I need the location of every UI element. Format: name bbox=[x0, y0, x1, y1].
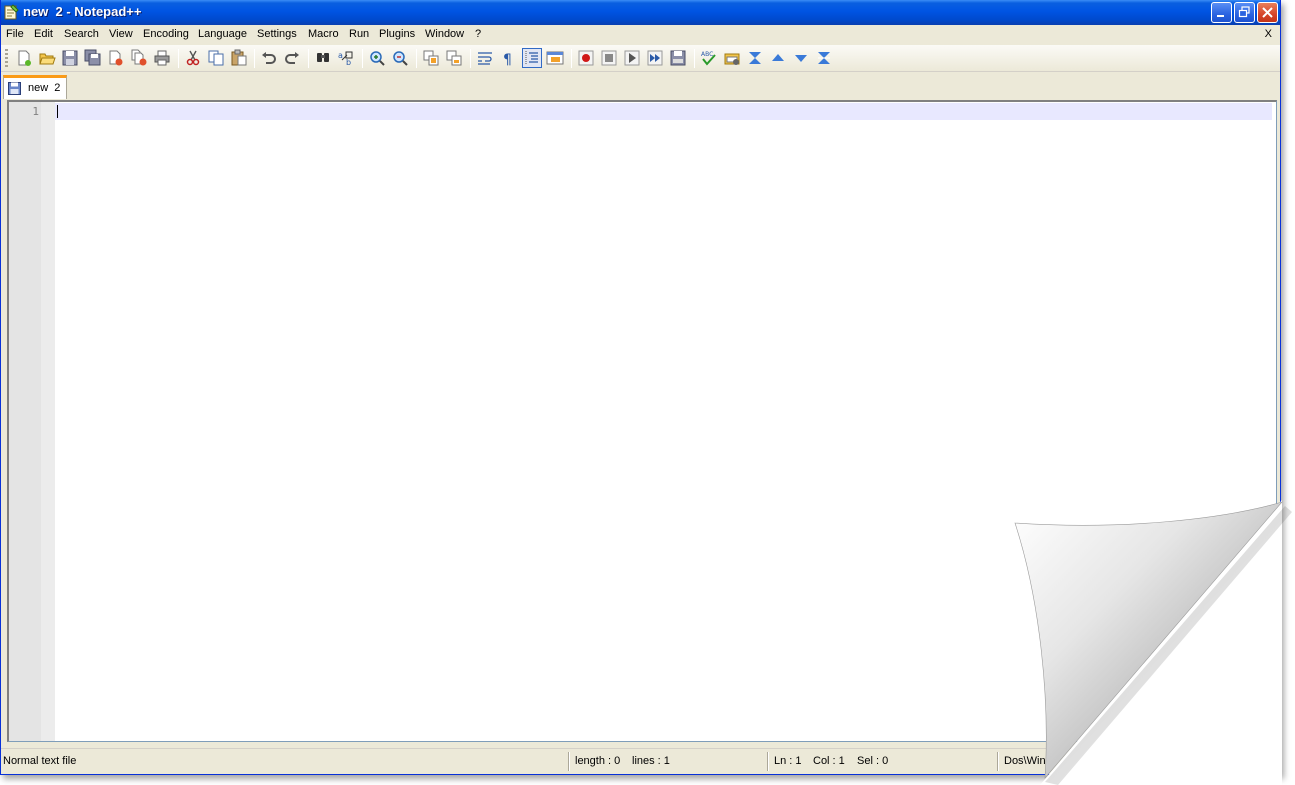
menu-macro[interactable]: Macro bbox=[308, 28, 339, 40]
user-defined-dialog-icon[interactable] bbox=[546, 49, 564, 67]
toolbar-separator bbox=[694, 49, 695, 68]
window-title: new 2 - Notepad++ bbox=[23, 4, 142, 19]
menu-view[interactable]: View bbox=[109, 28, 133, 40]
toolbar-grip[interactable] bbox=[5, 49, 8, 69]
toolbar-separator bbox=[254, 49, 255, 68]
sync-horizontal-scroll-icon[interactable] bbox=[445, 49, 463, 67]
last-difference-icon[interactable] bbox=[815, 49, 833, 67]
cut-icon[interactable] bbox=[184, 49, 202, 67]
status-selection: Sel : 0 bbox=[857, 755, 889, 767]
toolbar-separator bbox=[470, 49, 471, 68]
restore-button[interactable] bbox=[1234, 2, 1255, 23]
menu-encoding[interactable]: Encoding bbox=[143, 28, 189, 40]
previous-difference-icon[interactable] bbox=[769, 49, 787, 67]
paste-icon[interactable] bbox=[230, 49, 248, 67]
fold-margin[interactable] bbox=[41, 102, 55, 741]
text-caret bbox=[57, 105, 58, 118]
status-length: length : 0 bbox=[575, 755, 621, 767]
record-macro-icon[interactable] bbox=[577, 49, 595, 67]
copy-icon[interactable] bbox=[207, 49, 225, 67]
indent-guide-icon[interactable] bbox=[522, 48, 542, 68]
save-all-icon[interactable] bbox=[84, 49, 102, 67]
minimize-button[interactable] bbox=[1211, 2, 1232, 23]
toolbar-separator bbox=[362, 49, 363, 68]
spell-options-icon[interactable] bbox=[723, 49, 741, 67]
menu-edit[interactable]: Edit bbox=[34, 28, 53, 40]
tab-bar: new 2 bbox=[1, 73, 1280, 99]
status-separator bbox=[767, 752, 769, 771]
new-file-icon[interactable] bbox=[15, 49, 33, 67]
print-icon[interactable] bbox=[153, 49, 171, 67]
stop-recording-icon[interactable] bbox=[600, 49, 618, 67]
next-difference-icon[interactable] bbox=[792, 49, 810, 67]
svg-text:b: b bbox=[346, 58, 351, 67]
status-separator bbox=[997, 752, 999, 771]
zoom-in-icon[interactable] bbox=[368, 49, 386, 67]
compare-icon[interactable] bbox=[746, 49, 764, 67]
replace-icon[interactable]: ab bbox=[337, 49, 355, 67]
line-number: 1 bbox=[32, 105, 39, 118]
status-column: Col : 1 bbox=[813, 755, 845, 767]
save-icon[interactable] bbox=[61, 49, 79, 67]
menu-search[interactable]: Search bbox=[64, 28, 99, 40]
toolbar-separator bbox=[416, 49, 417, 68]
notepad-window: new 2 - Notepad++ File Edit Search View … bbox=[0, 0, 1281, 775]
open-file-icon[interactable] bbox=[38, 49, 56, 67]
menu-settings[interactable]: Settings bbox=[257, 28, 297, 40]
notepad-app-icon[interactable] bbox=[4, 4, 19, 20]
svg-text:ABC: ABC bbox=[701, 51, 713, 58]
show-all-characters-icon[interactable]: ¶ bbox=[499, 49, 517, 67]
menu-language[interactable]: Language bbox=[198, 28, 247, 40]
menu-file[interactable]: File bbox=[6, 28, 24, 40]
toolbar: ab ¶ ABC bbox=[1, 45, 1280, 72]
current-line-highlight bbox=[55, 103, 1272, 120]
toolbar-separator bbox=[571, 49, 572, 68]
word-wrap-icon[interactable] bbox=[476, 49, 494, 67]
menu-bar: File Edit Search View Encoding Language … bbox=[1, 25, 1280, 45]
restore-icon bbox=[1238, 6, 1250, 18]
status-eol-format: Dos\Win bbox=[1004, 755, 1046, 767]
close-button[interactable] bbox=[1257, 2, 1278, 23]
run-macro-multiple-icon[interactable] bbox=[646, 49, 664, 67]
status-file-type: Normal text file bbox=[3, 755, 77, 767]
close-document-button[interactable]: X bbox=[1265, 28, 1272, 40]
undo-icon[interactable] bbox=[260, 49, 278, 67]
redo-icon[interactable] bbox=[283, 49, 301, 67]
menu-window[interactable]: Window bbox=[425, 28, 464, 40]
play-macro-icon[interactable] bbox=[623, 49, 641, 67]
spell-check-icon[interactable]: ABC bbox=[700, 49, 718, 67]
toolbar-separator bbox=[308, 49, 309, 68]
tab-new-2[interactable]: new 2 bbox=[3, 75, 67, 99]
menu-run[interactable]: Run bbox=[349, 28, 369, 40]
toolbar-separator bbox=[178, 49, 179, 68]
svg-text:a: a bbox=[338, 51, 343, 60]
status-lines: lines : 1 bbox=[632, 755, 670, 767]
find-icon[interactable] bbox=[314, 49, 332, 67]
text-editor[interactable]: 1 bbox=[7, 100, 1277, 742]
close-file-icon[interactable] bbox=[107, 49, 125, 67]
close-icon bbox=[1262, 7, 1273, 18]
save-macro-icon[interactable] bbox=[669, 49, 687, 67]
svg-text:¶: ¶ bbox=[503, 52, 512, 67]
menu-help[interactable]: ? bbox=[475, 28, 481, 40]
title-bar[interactable]: new 2 - Notepad++ bbox=[1, 0, 1280, 25]
zoom-out-icon[interactable] bbox=[391, 49, 409, 67]
close-all-icon[interactable] bbox=[130, 49, 148, 67]
menu-plugins[interactable]: Plugins bbox=[379, 28, 415, 40]
sync-vertical-scroll-icon[interactable] bbox=[422, 49, 440, 67]
saved-file-icon bbox=[8, 82, 21, 95]
tab-label: new 2 bbox=[28, 82, 61, 94]
status-bar: Normal text file length : 0 lines : 1 Ln… bbox=[1, 748, 1280, 774]
status-separator bbox=[568, 752, 570, 771]
line-number-gutter: 1 bbox=[9, 102, 55, 741]
status-line: Ln : 1 bbox=[774, 755, 802, 767]
minimize-icon bbox=[1217, 15, 1224, 17]
